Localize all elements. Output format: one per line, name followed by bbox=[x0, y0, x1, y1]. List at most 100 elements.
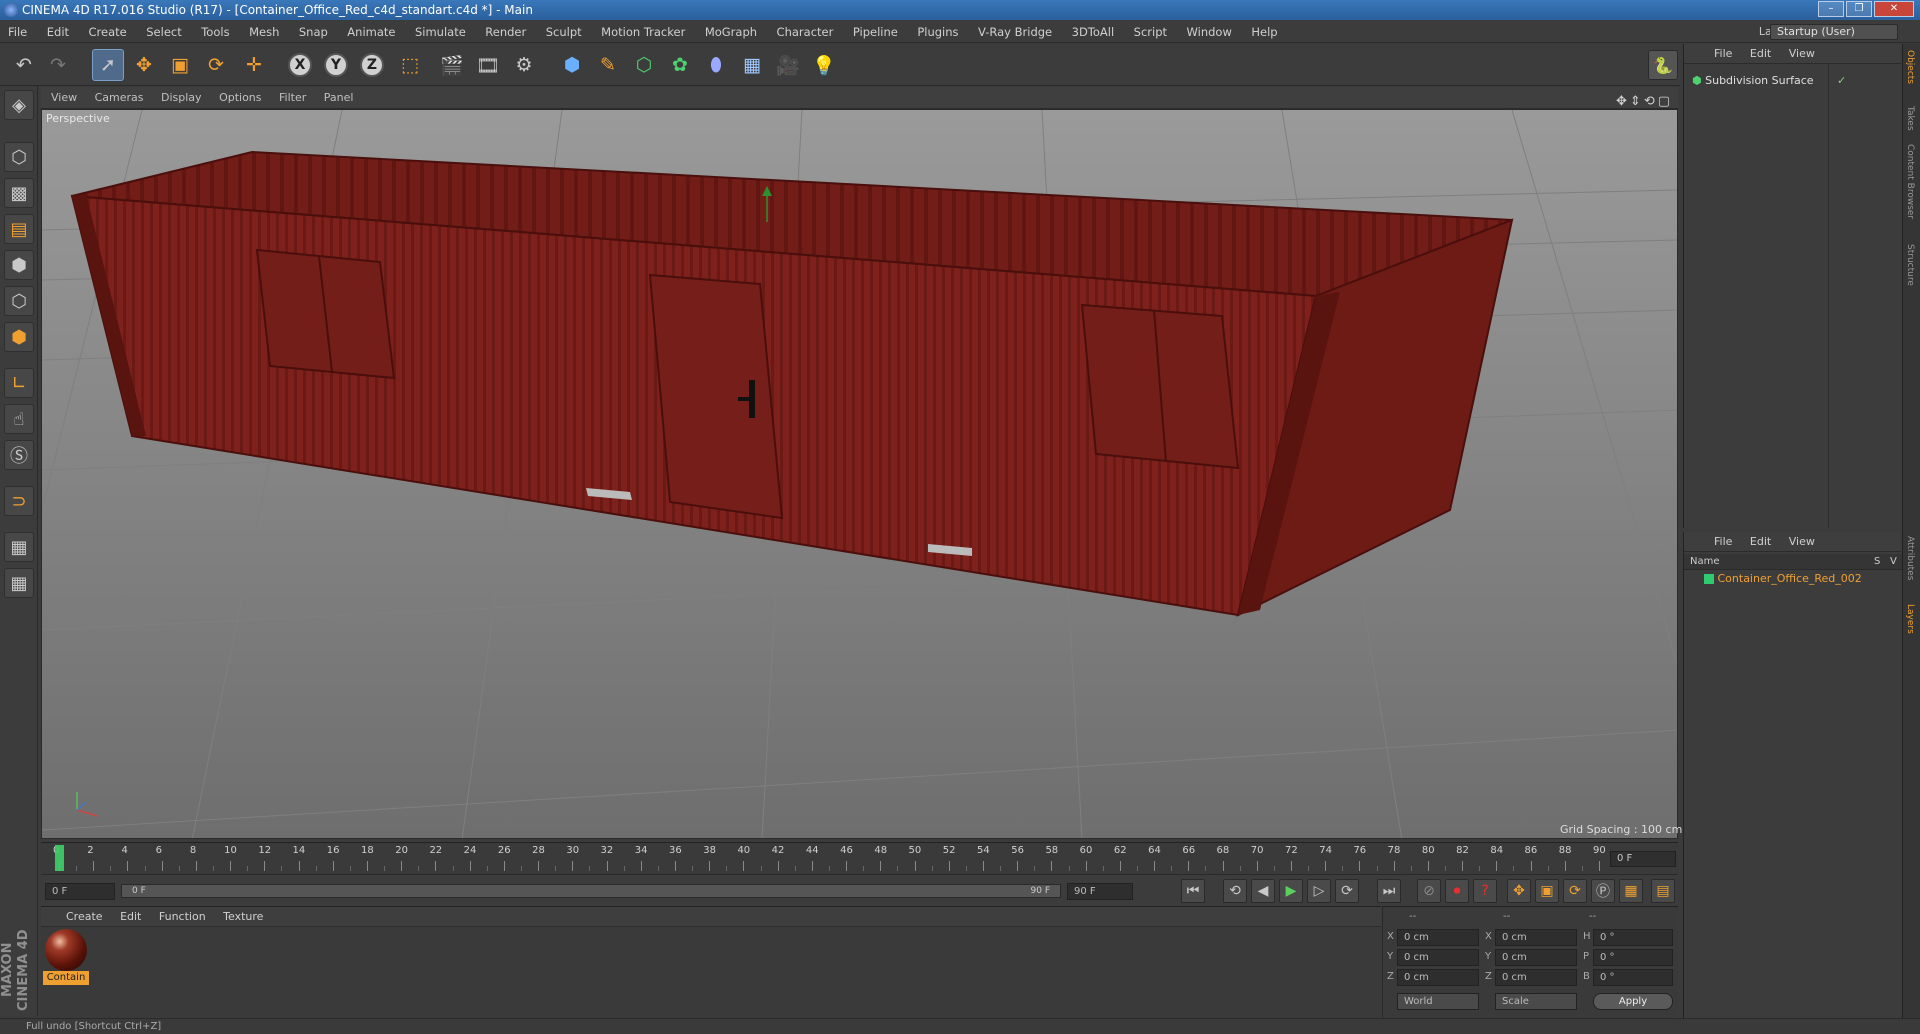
redo-icon[interactable]: ↷ bbox=[42, 49, 74, 81]
axis-mode-icon[interactable]: ∟ bbox=[4, 368, 34, 398]
menu-script[interactable]: Script bbox=[1126, 21, 1175, 43]
workplane-icon[interactable]: ▤ bbox=[4, 214, 34, 244]
menu-character[interactable]: Character bbox=[769, 21, 842, 43]
material-preview[interactable] bbox=[45, 929, 87, 971]
undo-icon[interactable]: ↶ bbox=[8, 49, 40, 81]
position-x-field[interactable]: 0 cm bbox=[1397, 929, 1479, 946]
menu-window[interactable]: Window bbox=[1179, 21, 1240, 43]
menu-help[interactable]: Help bbox=[1243, 21, 1285, 43]
key-scale-icon[interactable]: ▣ bbox=[1535, 879, 1559, 903]
material-menu-create[interactable]: Create bbox=[66, 907, 103, 927]
z-axis-icon[interactable]: Z bbox=[356, 49, 388, 81]
key-pla-icon[interactable]: ▦ bbox=[1619, 879, 1643, 903]
menu-mesh[interactable]: Mesh bbox=[241, 21, 287, 43]
menu-plugins[interactable]: Plugins bbox=[909, 21, 966, 43]
viewport-menu-filter[interactable]: Filter bbox=[279, 87, 306, 109]
render-view-icon[interactable]: 🎬 bbox=[436, 49, 468, 81]
menu-simulate[interactable]: Simulate bbox=[407, 21, 474, 43]
polygons-mode-icon[interactable]: ⬢ bbox=[4, 322, 34, 352]
previous-key-icon[interactable]: ⟲ bbox=[1223, 879, 1247, 903]
layers-menu-view[interactable]: View bbox=[1789, 532, 1815, 552]
key-parameter-icon[interactable]: Ⓟ bbox=[1591, 879, 1615, 903]
tab-structure[interactable]: Structure bbox=[1905, 244, 1915, 286]
next-frame-icon[interactable]: ▷ bbox=[1307, 879, 1331, 903]
material-menu-function[interactable]: Function bbox=[159, 907, 206, 927]
viewport-menu-options[interactable]: Options bbox=[219, 87, 261, 109]
object-row-subdivision-surface[interactable]: ⬢ Subdivision Surface ✓ bbox=[1692, 74, 1846, 87]
menu-vray-bridge[interactable]: V-Ray Bridge bbox=[970, 21, 1060, 43]
objects-menu-file[interactable]: File bbox=[1714, 44, 1732, 64]
start-frame-field[interactable]: 0 F bbox=[45, 883, 115, 900]
pen-icon[interactable]: ✎ bbox=[592, 49, 624, 81]
material-menu-edit[interactable]: Edit bbox=[120, 907, 141, 927]
render-picture-viewer-icon[interactable]: 🎞 bbox=[472, 49, 504, 81]
menu-tools[interactable]: Tools bbox=[193, 21, 237, 43]
coordinate-mode-dropdown[interactable]: World bbox=[1397, 993, 1479, 1010]
current-frame-field[interactable]: 0 F bbox=[1610, 851, 1676, 867]
minimize-button[interactable]: – bbox=[1818, 1, 1844, 17]
rotation-p-field[interactable]: 0 ° bbox=[1593, 949, 1673, 966]
layer-row[interactable]: Container_Office_Red_002 bbox=[1704, 572, 1862, 585]
keyframe-selection-icon[interactable]: ? bbox=[1473, 879, 1497, 903]
render-settings-icon[interactable]: ⚙ bbox=[508, 49, 540, 81]
magnet-icon[interactable]: ⊃ bbox=[4, 486, 34, 516]
previous-frame-icon[interactable]: ◀ bbox=[1251, 879, 1275, 903]
material-menu-texture[interactable]: Texture bbox=[223, 907, 263, 927]
light-icon[interactable]: 💡 bbox=[808, 49, 840, 81]
timeline-ruler[interactable]: 0246810121416182022242628303234363840424… bbox=[41, 842, 1678, 874]
menu-file[interactable]: File bbox=[0, 21, 35, 43]
texture-mode-icon[interactable]: ▩ bbox=[4, 178, 34, 208]
rotation-b-field[interactable]: 0 ° bbox=[1593, 969, 1673, 986]
tab-takes[interactable]: Takes bbox=[1905, 106, 1915, 131]
camera-icon[interactable]: 🎥 bbox=[772, 49, 804, 81]
key-position-icon[interactable]: ✥ bbox=[1507, 879, 1531, 903]
tab-layers[interactable]: Layers bbox=[1905, 604, 1915, 634]
viewport-menu-view[interactable]: View bbox=[51, 87, 77, 109]
tab-content-browser[interactable]: Content Browser bbox=[1905, 144, 1915, 219]
tab-objects[interactable]: Objects bbox=[1905, 50, 1915, 84]
viewport-menu-panel[interactable]: Panel bbox=[324, 87, 354, 109]
size-y-field[interactable]: 0 cm bbox=[1495, 949, 1577, 966]
autokey-icon[interactable]: ⏺ bbox=[1445, 879, 1469, 903]
apply-button[interactable]: Apply bbox=[1593, 993, 1673, 1010]
objects-menu-view[interactable]: View bbox=[1789, 44, 1815, 64]
tweak-mode-icon[interactable]: ☝ bbox=[4, 404, 34, 434]
material-name[interactable]: Contain bbox=[43, 971, 89, 985]
close-button[interactable]: ✕ bbox=[1874, 1, 1914, 17]
key-rotation-icon[interactable]: ⟳ bbox=[1563, 879, 1587, 903]
go-to-end-icon[interactable]: ⏭ bbox=[1377, 879, 1401, 903]
layers-menu-file[interactable]: File bbox=[1714, 532, 1732, 552]
layout-dropdown[interactable]: Startup (User) bbox=[1770, 24, 1898, 40]
position-y-field[interactable]: 0 cm bbox=[1397, 949, 1479, 966]
menu-mograph[interactable]: MoGraph bbox=[697, 21, 765, 43]
menu-create[interactable]: Create bbox=[81, 21, 135, 43]
coordinate-system-icon[interactable]: ⬚ bbox=[394, 49, 426, 81]
move-icon[interactable]: ✥ bbox=[128, 49, 160, 81]
select-arrow-icon[interactable]: ➚ bbox=[92, 49, 124, 81]
menu-animate[interactable]: Animate bbox=[339, 21, 403, 43]
rotate-icon[interactable]: ⟳ bbox=[200, 49, 232, 81]
size-z-field[interactable]: 0 cm bbox=[1495, 969, 1577, 986]
y-axis-icon[interactable]: Y bbox=[320, 49, 352, 81]
layers-menu-edit[interactable]: Edit bbox=[1750, 532, 1771, 552]
preview-range-slider[interactable]: 0 F 90 F bbox=[121, 884, 1061, 898]
viewport-menu-cameras[interactable]: Cameras bbox=[95, 87, 144, 109]
playhead[interactable] bbox=[55, 845, 64, 871]
viewport-menu-display[interactable]: Display bbox=[161, 87, 202, 109]
subdivision-icon[interactable]: ⬡ bbox=[628, 49, 660, 81]
snap-icon[interactable]: Ⓢ bbox=[4, 440, 34, 470]
x-axis-icon[interactable]: X bbox=[284, 49, 316, 81]
size-x-field[interactable]: 0 cm bbox=[1495, 929, 1577, 946]
model-mode-icon[interactable]: ⬡ bbox=[4, 142, 34, 172]
menu-motion-tracker[interactable]: Motion Tracker bbox=[593, 21, 693, 43]
maximize-button[interactable]: ❐ bbox=[1846, 1, 1872, 17]
end-frame-field[interactable]: 90 F bbox=[1067, 883, 1133, 900]
points-mode-icon[interactable]: ⬢ bbox=[4, 250, 34, 280]
menu-snap[interactable]: Snap bbox=[291, 21, 336, 43]
menu-pipeline[interactable]: Pipeline bbox=[845, 21, 906, 43]
edges-mode-icon[interactable]: ⬡ bbox=[4, 286, 34, 316]
position-z-field[interactable]: 0 cm bbox=[1397, 969, 1479, 986]
menu-sculpt[interactable]: Sculpt bbox=[538, 21, 590, 43]
visibility-check-icon[interactable]: ✓ bbox=[1837, 74, 1846, 87]
next-key-icon[interactable]: ⟳ bbox=[1335, 879, 1359, 903]
